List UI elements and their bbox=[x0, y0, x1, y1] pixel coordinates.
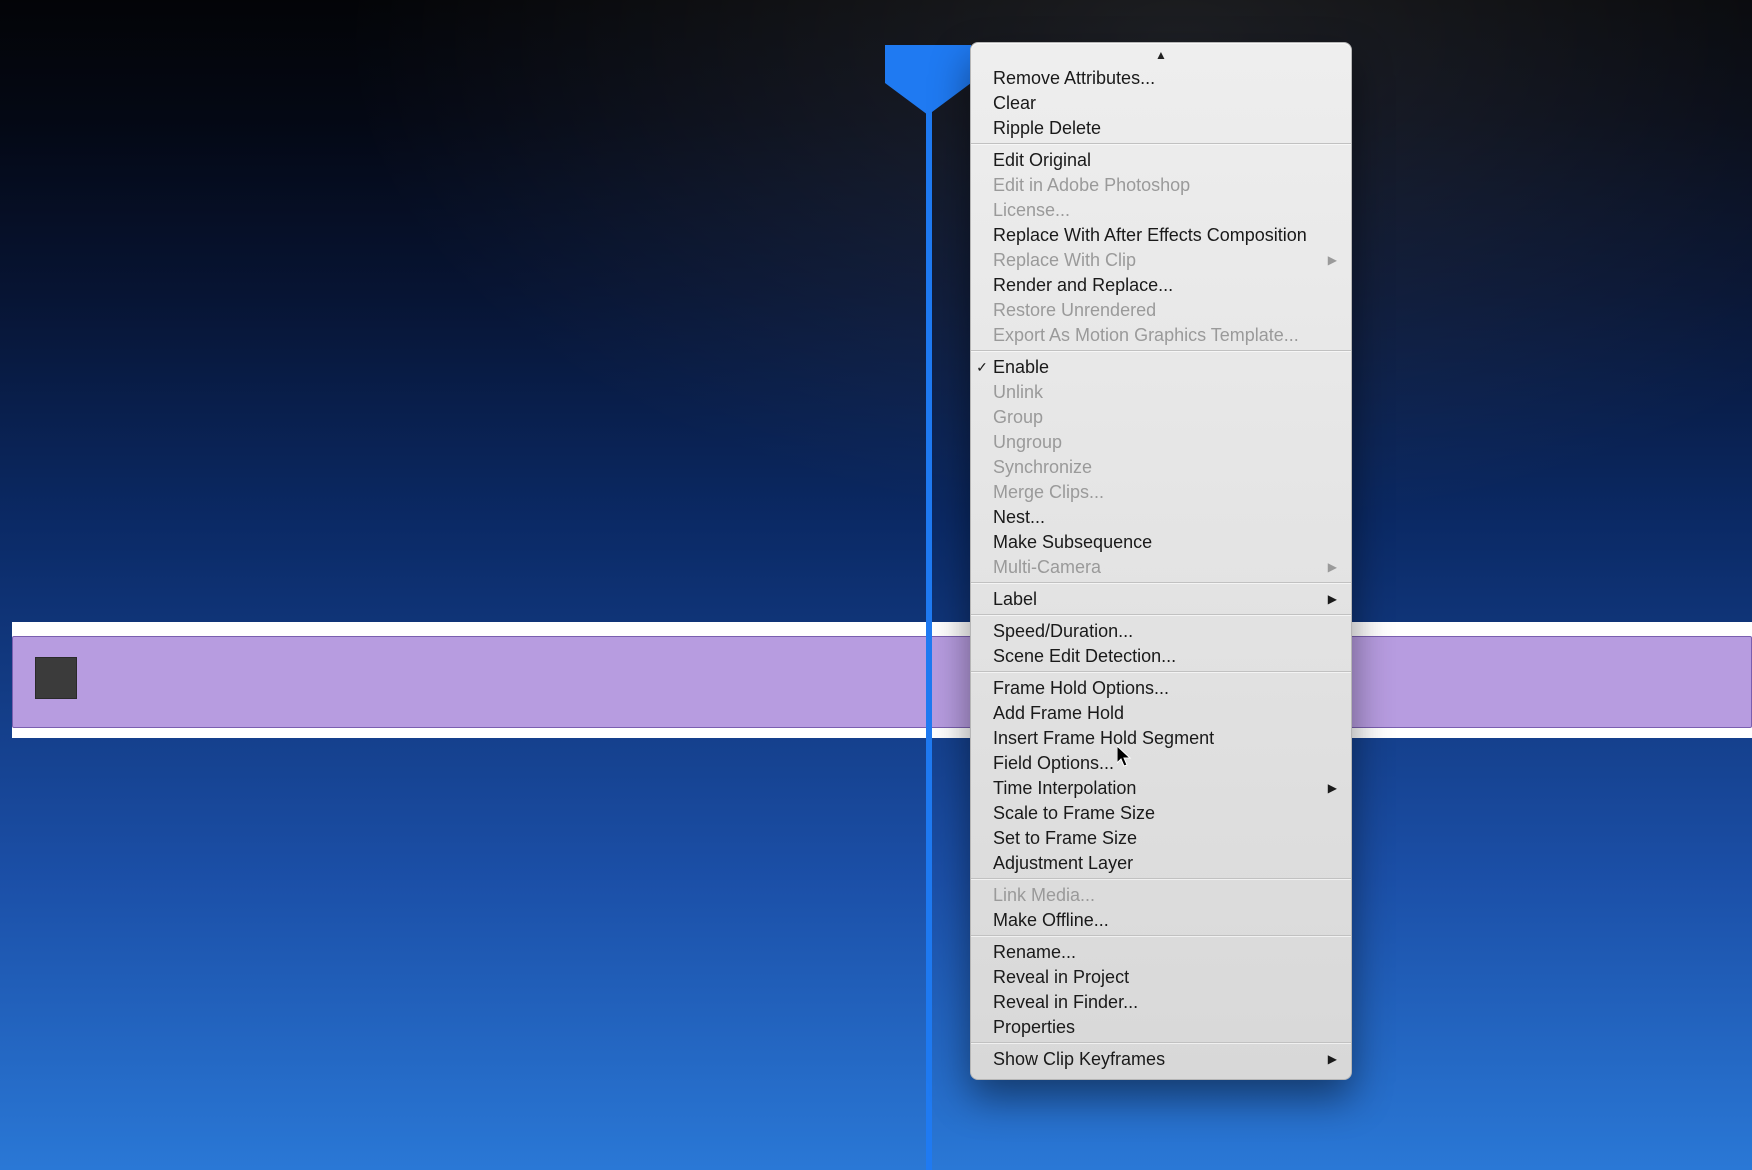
menu-item-label: Make Offline... bbox=[993, 910, 1109, 930]
menu-item-label: Frame Hold Options... bbox=[993, 678, 1169, 698]
menu-item-reveal-in-finder[interactable]: Reveal in Finder... bbox=[971, 989, 1351, 1014]
menu-item-label: Reveal in Project bbox=[993, 967, 1129, 987]
menu-item-license: License... bbox=[971, 197, 1351, 222]
menu-item-label: Label bbox=[993, 589, 1037, 609]
menu-item-label: Rename... bbox=[993, 942, 1076, 962]
menu-item-label: Edit in Adobe Photoshop bbox=[993, 175, 1190, 195]
menu-item-label: Remove Attributes... bbox=[993, 68, 1155, 88]
menu-item-label: License... bbox=[993, 200, 1070, 220]
menu-item-field-options[interactable]: Field Options... bbox=[971, 750, 1351, 775]
submenu-arrow-icon: ▶ bbox=[1328, 557, 1337, 577]
menu-item-label: Ungroup bbox=[993, 432, 1062, 452]
menu-separator bbox=[971, 350, 1351, 351]
app-background bbox=[0, 0, 1752, 1170]
menu-item-label: Properties bbox=[993, 1017, 1075, 1037]
playhead-line[interactable] bbox=[926, 100, 932, 1170]
menu-item-synchronize: Synchronize bbox=[971, 454, 1351, 479]
menu-item-frame-hold-options[interactable]: Frame Hold Options... bbox=[971, 675, 1351, 700]
menu-item-properties[interactable]: Properties bbox=[971, 1014, 1351, 1039]
menu-item-group: Group bbox=[971, 404, 1351, 429]
menu-item-label: Clear bbox=[993, 93, 1036, 113]
menu-item-replace-with-after-effects-composition[interactable]: Replace With After Effects Composition bbox=[971, 222, 1351, 247]
menu-item-label: Synchronize bbox=[993, 457, 1092, 477]
menu-item-label: Field Options... bbox=[993, 753, 1114, 773]
menu-item-clear[interactable]: Clear bbox=[971, 90, 1351, 115]
menu-item-enable[interactable]: ✓Enable bbox=[971, 354, 1351, 379]
menu-item-label: Make Subsequence bbox=[993, 532, 1152, 552]
menu-separator bbox=[971, 143, 1351, 144]
submenu-arrow-icon: ▶ bbox=[1328, 250, 1337, 270]
menu-item-insert-frame-hold-segment[interactable]: Insert Frame Hold Segment bbox=[971, 725, 1351, 750]
menu-item-label: Scale to Frame Size bbox=[993, 803, 1155, 823]
menu-item-nest[interactable]: Nest... bbox=[971, 504, 1351, 529]
menu-separator bbox=[971, 582, 1351, 583]
menu-item-label: Edit Original bbox=[993, 150, 1091, 170]
menu-item-label: Replace With After Effects Composition bbox=[993, 225, 1307, 245]
menu-item-label: Scene Edit Detection... bbox=[993, 646, 1176, 666]
menu-item-label: Reveal in Finder... bbox=[993, 992, 1138, 1012]
menu-item-label: Link Media... bbox=[993, 885, 1095, 905]
menu-separator bbox=[971, 614, 1351, 615]
menu-separator bbox=[971, 935, 1351, 936]
menu-item-label: Add Frame Hold bbox=[993, 703, 1124, 723]
menu-item-replace-with-clip: Replace With Clip ▶ bbox=[971, 247, 1351, 272]
menu-item-label: Show Clip Keyframes bbox=[993, 1049, 1165, 1069]
menu-item-edit-original[interactable]: Edit Original bbox=[971, 147, 1351, 172]
clip-context-menu[interactable]: ▲ Remove Attributes... Clear Ripple Delete… bbox=[970, 42, 1352, 1080]
menu-item-label: Set to Frame Size bbox=[993, 828, 1137, 848]
menu-item-label: Render and Replace... bbox=[993, 275, 1173, 295]
menu-item-export-as-motion-graphics-template: Export As Motion Graphics Template... bbox=[971, 322, 1351, 347]
menu-item-label: Unlink bbox=[993, 382, 1043, 402]
menu-item-multi-camera: Multi-Camera ▶ bbox=[971, 554, 1351, 579]
submenu-arrow-icon: ▶ bbox=[1328, 589, 1337, 609]
menu-item-set-to-frame-size[interactable]: Set to Frame Size bbox=[971, 825, 1351, 850]
menu-item-label: Replace With Clip bbox=[993, 250, 1136, 270]
menu-separator bbox=[971, 878, 1351, 879]
menu-item-show-clip-keyframes[interactable]: Show Clip Keyframes ▶ bbox=[971, 1046, 1351, 1071]
menu-item-edit-in-adobe-photoshop: Edit in Adobe Photoshop bbox=[971, 172, 1351, 197]
menu-item-link-media: Link Media... bbox=[971, 882, 1351, 907]
menu-item-rename[interactable]: Rename... bbox=[971, 939, 1351, 964]
menu-item-make-subsequence[interactable]: Make Subsequence bbox=[971, 529, 1351, 554]
menu-item-label: Insert Frame Hold Segment bbox=[993, 728, 1214, 748]
timeline-clip[interactable] bbox=[12, 636, 1752, 728]
menu-item-ripple-delete[interactable]: Ripple Delete bbox=[971, 115, 1351, 140]
menu-separator bbox=[971, 671, 1351, 672]
menu-item-label: Multi-Camera bbox=[993, 557, 1101, 577]
menu-item-make-offline[interactable]: Make Offline... bbox=[971, 907, 1351, 932]
menu-item-scene-edit-detection[interactable]: Scene Edit Detection... bbox=[971, 643, 1351, 668]
menu-item-speed-duration[interactable]: Speed/Duration... bbox=[971, 618, 1351, 643]
menu-scroll-up-icon[interactable]: ▲ bbox=[971, 47, 1351, 65]
menu-item-merge-clips: Merge Clips... bbox=[971, 479, 1351, 504]
clip-thumbnail bbox=[35, 657, 77, 699]
menu-item-adjustment-layer[interactable]: Adjustment Layer bbox=[971, 850, 1351, 875]
menu-item-label: Restore Unrendered bbox=[993, 300, 1156, 320]
menu-item-scale-to-frame-size[interactable]: Scale to Frame Size bbox=[971, 800, 1351, 825]
submenu-arrow-icon: ▶ bbox=[1328, 1049, 1337, 1069]
menu-item-label: Ripple Delete bbox=[993, 118, 1101, 138]
check-icon: ✓ bbox=[975, 357, 989, 377]
menu-item-ungroup: Ungroup bbox=[971, 429, 1351, 454]
menu-item-reveal-in-project[interactable]: Reveal in Project bbox=[971, 964, 1351, 989]
menu-item-label: Group bbox=[993, 407, 1043, 427]
menu-item-label: Enable bbox=[993, 357, 1049, 377]
menu-item-label: Speed/Duration... bbox=[993, 621, 1133, 641]
menu-item-label: Nest... bbox=[993, 507, 1045, 527]
menu-item-unlink: Unlink bbox=[971, 379, 1351, 404]
menu-item-time-interpolation[interactable]: Time Interpolation ▶ bbox=[971, 775, 1351, 800]
menu-item-remove-attributes[interactable]: Remove Attributes... bbox=[971, 65, 1351, 90]
menu-item-label: Export As Motion Graphics Template... bbox=[993, 325, 1299, 345]
menu-separator bbox=[971, 1042, 1351, 1043]
menu-item-label: Adjustment Layer bbox=[993, 853, 1133, 873]
menu-item-restore-unrendered: Restore Unrendered bbox=[971, 297, 1351, 322]
menu-item-label: Merge Clips... bbox=[993, 482, 1104, 502]
menu-item-render-and-replace[interactable]: Render and Replace... bbox=[971, 272, 1351, 297]
menu-item-label[interactable]: Label ▶ bbox=[971, 586, 1351, 611]
menu-item-label: Time Interpolation bbox=[993, 778, 1136, 798]
menu-item-add-frame-hold[interactable]: Add Frame Hold bbox=[971, 700, 1351, 725]
submenu-arrow-icon: ▶ bbox=[1328, 778, 1337, 798]
